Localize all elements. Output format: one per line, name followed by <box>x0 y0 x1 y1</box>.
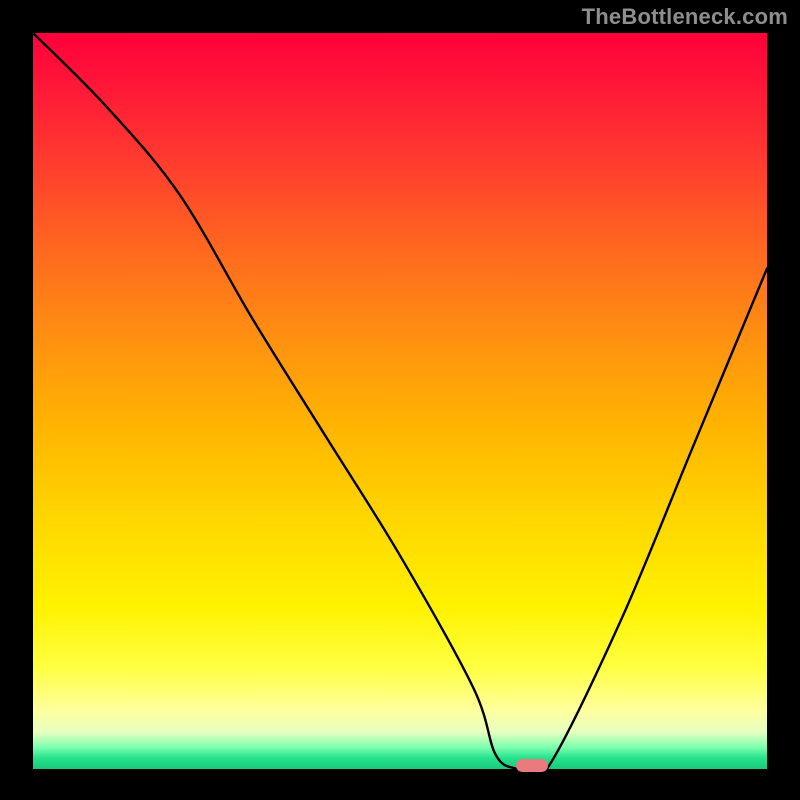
bottleneck-curve <box>33 33 767 769</box>
watermark-text: TheBottleneck.com <box>582 4 788 30</box>
chart-frame: TheBottleneck.com <box>0 0 800 800</box>
optimal-marker <box>516 759 548 772</box>
